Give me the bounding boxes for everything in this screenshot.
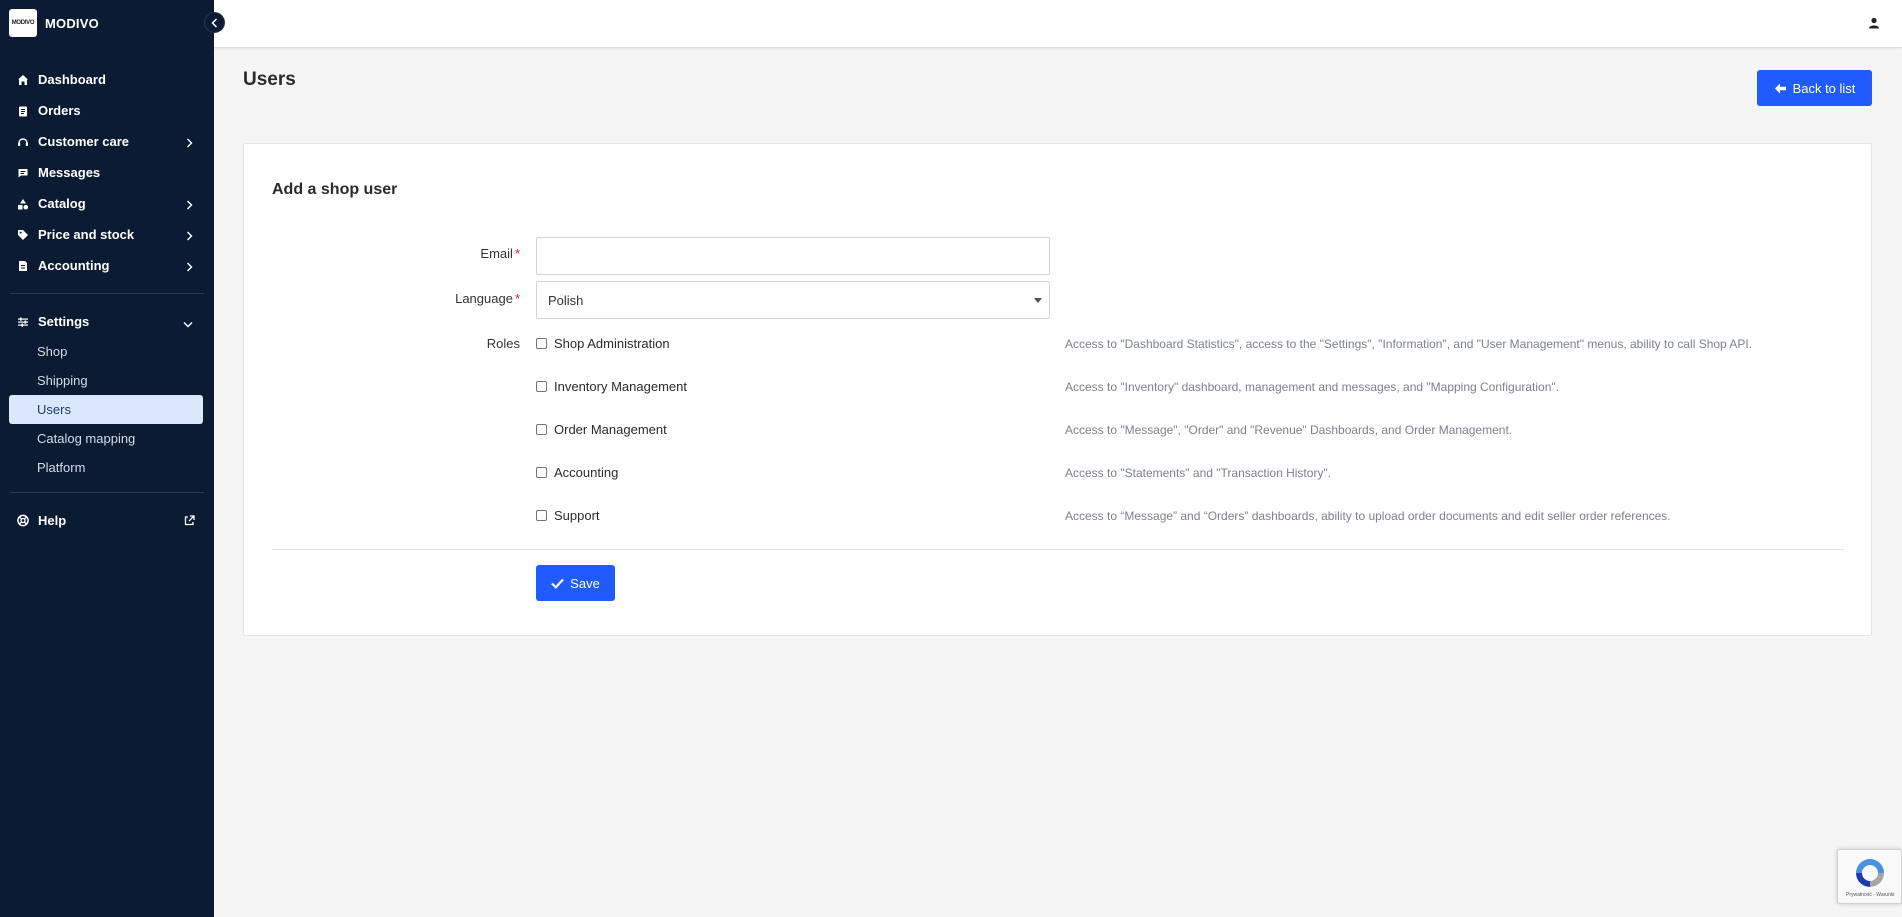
back-to-list-label: Back to list — [1792, 80, 1856, 96]
role-checkbox[interactable] — [536, 337, 547, 349]
chevron-right-icon — [186, 136, 193, 151]
sidebar-subitem-shop[interactable]: Shop — [9, 337, 203, 366]
sidebar-item-label: Dashboard — [38, 72, 106, 87]
clipboard-icon — [17, 105, 29, 117]
add-user-card: Add a shop user Email * Language * Polish … — [243, 143, 1872, 636]
recaptcha-badge[interactable]: Prywatność - Warunki — [1837, 849, 1902, 904]
topbar — [214, 0, 1902, 48]
sidebar-subitem-users[interactable]: Users — [9, 395, 203, 424]
sidebar-item-accounting[interactable]: Accounting — [0, 250, 214, 281]
chevron-down-icon — [183, 316, 193, 331]
sidebar-subitem-platform[interactable]: Platform — [9, 453, 203, 482]
roles-label: Roles — [486, 336, 520, 351]
sidebar-item-orders[interactable]: Orders — [0, 95, 214, 126]
role-name: Accounting — [554, 464, 619, 480]
sliders-icon — [17, 316, 29, 328]
role-inventory-management[interactable]: Inventory Management — [536, 377, 687, 395]
role-name: Order Management — [554, 421, 667, 437]
role-name: Inventory Management — [554, 378, 687, 394]
language-select-value: Polish — [548, 292, 584, 308]
brand[interactable]: MODIVO MODIVO — [0, 0, 214, 46]
sidebar-item-label: Help — [38, 513, 67, 528]
email-label: Email * — [480, 246, 520, 261]
invoice-icon — [17, 260, 29, 272]
lifebuoy-icon — [17, 514, 29, 527]
sidebar-item-customer-care[interactable]: Customer care — [0, 126, 214, 157]
role-support[interactable]: Support — [536, 506, 600, 524]
shapes-icon — [17, 198, 29, 210]
chevron-right-icon — [186, 229, 193, 244]
sidebar-item-label: Accounting — [38, 258, 110, 273]
brand-logo: MODIVO — [9, 9, 37, 37]
sidebar-item-label: Price and stock — [38, 227, 135, 242]
email-label-text: Email — [480, 246, 513, 261]
language-select[interactable]: Polish — [536, 281, 1050, 319]
chevron-left-icon — [210, 17, 217, 28]
sidebar-item-label: Orders — [38, 103, 81, 118]
sidebar-divider — [10, 293, 204, 294]
role-description: Access to "Inventory" dashboard, managem… — [1065, 380, 1559, 394]
check-icon — [551, 578, 564, 589]
sidebar-divider — [10, 492, 204, 493]
save-button[interactable]: Save — [536, 565, 615, 601]
tag-icon — [17, 229, 29, 241]
email-field[interactable] — [536, 237, 1050, 275]
sidebar-item-dashboard[interactable]: Dashboard — [0, 64, 214, 95]
role-checkbox[interactable] — [536, 509, 547, 521]
external-link-icon — [184, 514, 195, 529]
save-label: Save — [570, 575, 600, 591]
sidebar-subitem-shipping[interactable]: Shipping — [9, 366, 203, 395]
role-description: Access to "Message", "Order" and "Revenu… — [1065, 423, 1513, 437]
message-icon — [17, 167, 29, 179]
role-checkbox[interactable] — [536, 423, 547, 435]
sidebar-item-label: Settings — [38, 314, 90, 329]
collapse-sidebar-button[interactable] — [204, 12, 225, 33]
sidebar-nav: Dashboard Orders Customer care Messages — [0, 64, 214, 281]
sidebar-item-settings[interactable]: Settings — [0, 306, 214, 337]
role-description: Access to “Message” and “Orders” dashboa… — [1065, 509, 1671, 523]
sidebar-item-label: Catalog — [38, 196, 86, 211]
sidebar: MODIVO MODIVO Dashboard Orders Customer … — [0, 0, 214, 917]
role-description: Access to "Dashboard Statistics", access… — [1065, 337, 1753, 351]
sidebar-item-help[interactable]: Help — [0, 505, 214, 536]
sidebar-item-price-and-stock[interactable]: Price and stock — [0, 219, 214, 250]
role-checkbox[interactable] — [536, 380, 547, 392]
required-marker: * — [514, 291, 520, 306]
home-icon — [17, 74, 29, 86]
role-description: Access to "Statements" and "Transaction … — [1065, 466, 1332, 480]
brand-name: MODIVO — [45, 15, 99, 31]
sidebar-item-label: Customer care — [38, 134, 130, 149]
sidebar-item-label: Messages — [38, 165, 101, 180]
recaptcha-icon — [1856, 859, 1884, 887]
back-to-list-button[interactable]: Back to list — [1757, 70, 1872, 106]
language-label: Language * — [455, 291, 520, 306]
language-label-text: Language — [455, 291, 513, 306]
role-order-management[interactable]: Order Management — [536, 420, 667, 438]
headset-icon — [17, 136, 29, 148]
sidebar-item-messages[interactable]: Messages — [0, 157, 214, 188]
card-title: Add a shop user — [272, 181, 398, 198]
page-title: Users — [243, 69, 296, 90]
user-icon[interactable] — [1868, 16, 1880, 34]
recaptcha-text: Prywatność - Warunki — [1846, 892, 1895, 898]
chevron-right-icon — [186, 260, 193, 275]
role-name: Shop Administration — [554, 335, 670, 351]
chevron-right-icon — [186, 198, 193, 213]
role-checkbox[interactable] — [536, 466, 547, 478]
role-name: Support — [554, 507, 600, 523]
arrow-left-icon — [1774, 83, 1786, 93]
sidebar-subitem-catalog-mapping[interactable]: Catalog mapping — [9, 424, 203, 453]
sidebar-item-catalog[interactable]: Catalog — [0, 188, 214, 219]
role-accounting[interactable]: Accounting — [536, 463, 618, 481]
role-shop-administration[interactable]: Shop Administration — [536, 334, 670, 352]
required-marker: * — [514, 246, 520, 261]
caret-down-icon — [1034, 298, 1042, 303]
form-divider — [272, 549, 1844, 550]
